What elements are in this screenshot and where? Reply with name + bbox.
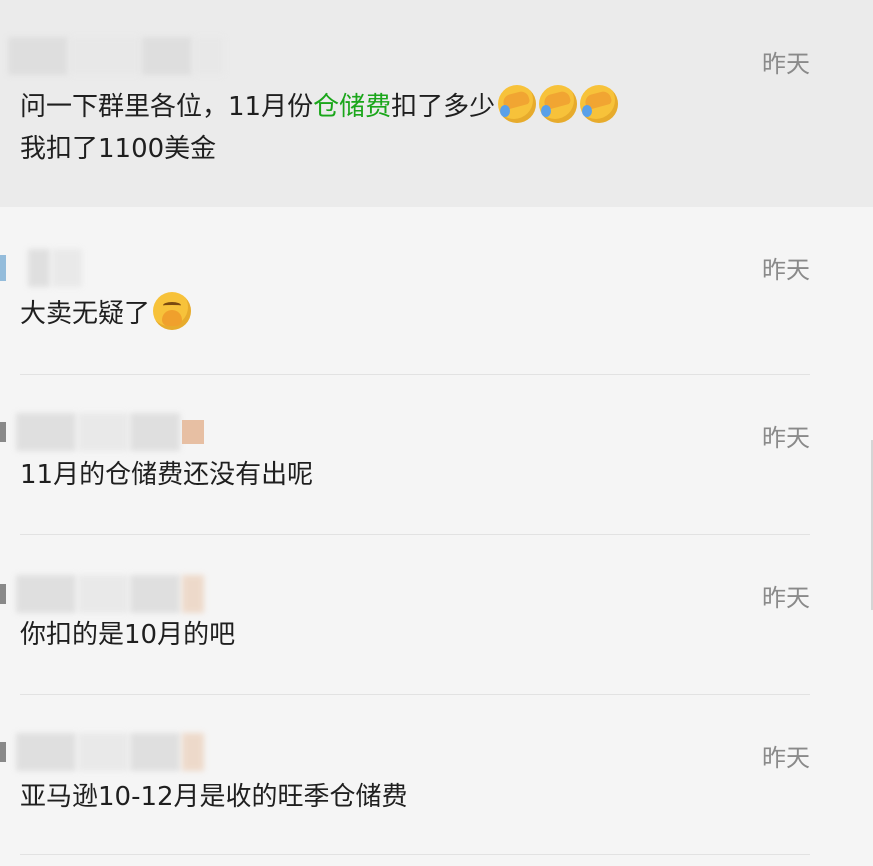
message-item[interactable]: 昨天 11月的仓储费还没有出呢 xyxy=(0,376,873,535)
message-item[interactable]: 昨天 亚马逊10-12月是收的旺季仓储费 xyxy=(0,696,873,866)
message-text-line2: 我扣了1100美金 xyxy=(20,134,217,164)
facepalm-emoji-icon xyxy=(539,85,578,123)
divider xyxy=(20,534,810,535)
divider xyxy=(20,374,810,375)
message-timestamp: 昨天 xyxy=(762,256,810,284)
keyword-highlight: 仓储费 xyxy=(313,92,392,122)
facepalm-emoji-icon xyxy=(498,85,537,123)
thinking-face-emoji-icon xyxy=(153,292,192,330)
message-text-part: 扣了多少 xyxy=(391,92,496,122)
message-text-part: 大卖无疑了 xyxy=(20,299,151,329)
message-text: 你扣的是10月的吧 xyxy=(20,620,236,650)
message-text: 11月的仓储费还没有出呢 xyxy=(20,460,314,490)
message-text: 亚马逊10-12月是收的旺季仓储费 xyxy=(20,782,408,812)
divider xyxy=(20,854,810,855)
message-timestamp: 昨天 xyxy=(762,584,810,612)
sender-name-redacted xyxy=(0,572,206,616)
message-timestamp: 昨天 xyxy=(762,50,810,78)
message-item[interactable]: 昨天 问一下群里各位，11月份仓储费扣了多少 我扣了1100美金 xyxy=(0,0,873,207)
message-item[interactable]: 昨天 你扣的是10月的吧 xyxy=(0,536,873,695)
message-timestamp: 昨天 xyxy=(762,424,810,452)
facepalm-emoji-icon xyxy=(580,85,619,123)
message-text-part: 问一下群里各位，11月份 xyxy=(20,92,314,122)
message-text: 问一下群里各位，11月份仓储费扣了多少 xyxy=(20,85,619,129)
sender-name-redacted xyxy=(0,246,84,290)
sender-name-redacted xyxy=(0,730,206,774)
message-timestamp: 昨天 xyxy=(762,744,810,772)
sender-name-redacted xyxy=(8,34,226,78)
message-item[interactable]: 昨天 大卖无疑了 xyxy=(0,208,873,375)
divider xyxy=(20,694,810,695)
sender-name-redacted xyxy=(0,410,206,454)
message-text: 大卖无疑了 xyxy=(20,292,192,336)
